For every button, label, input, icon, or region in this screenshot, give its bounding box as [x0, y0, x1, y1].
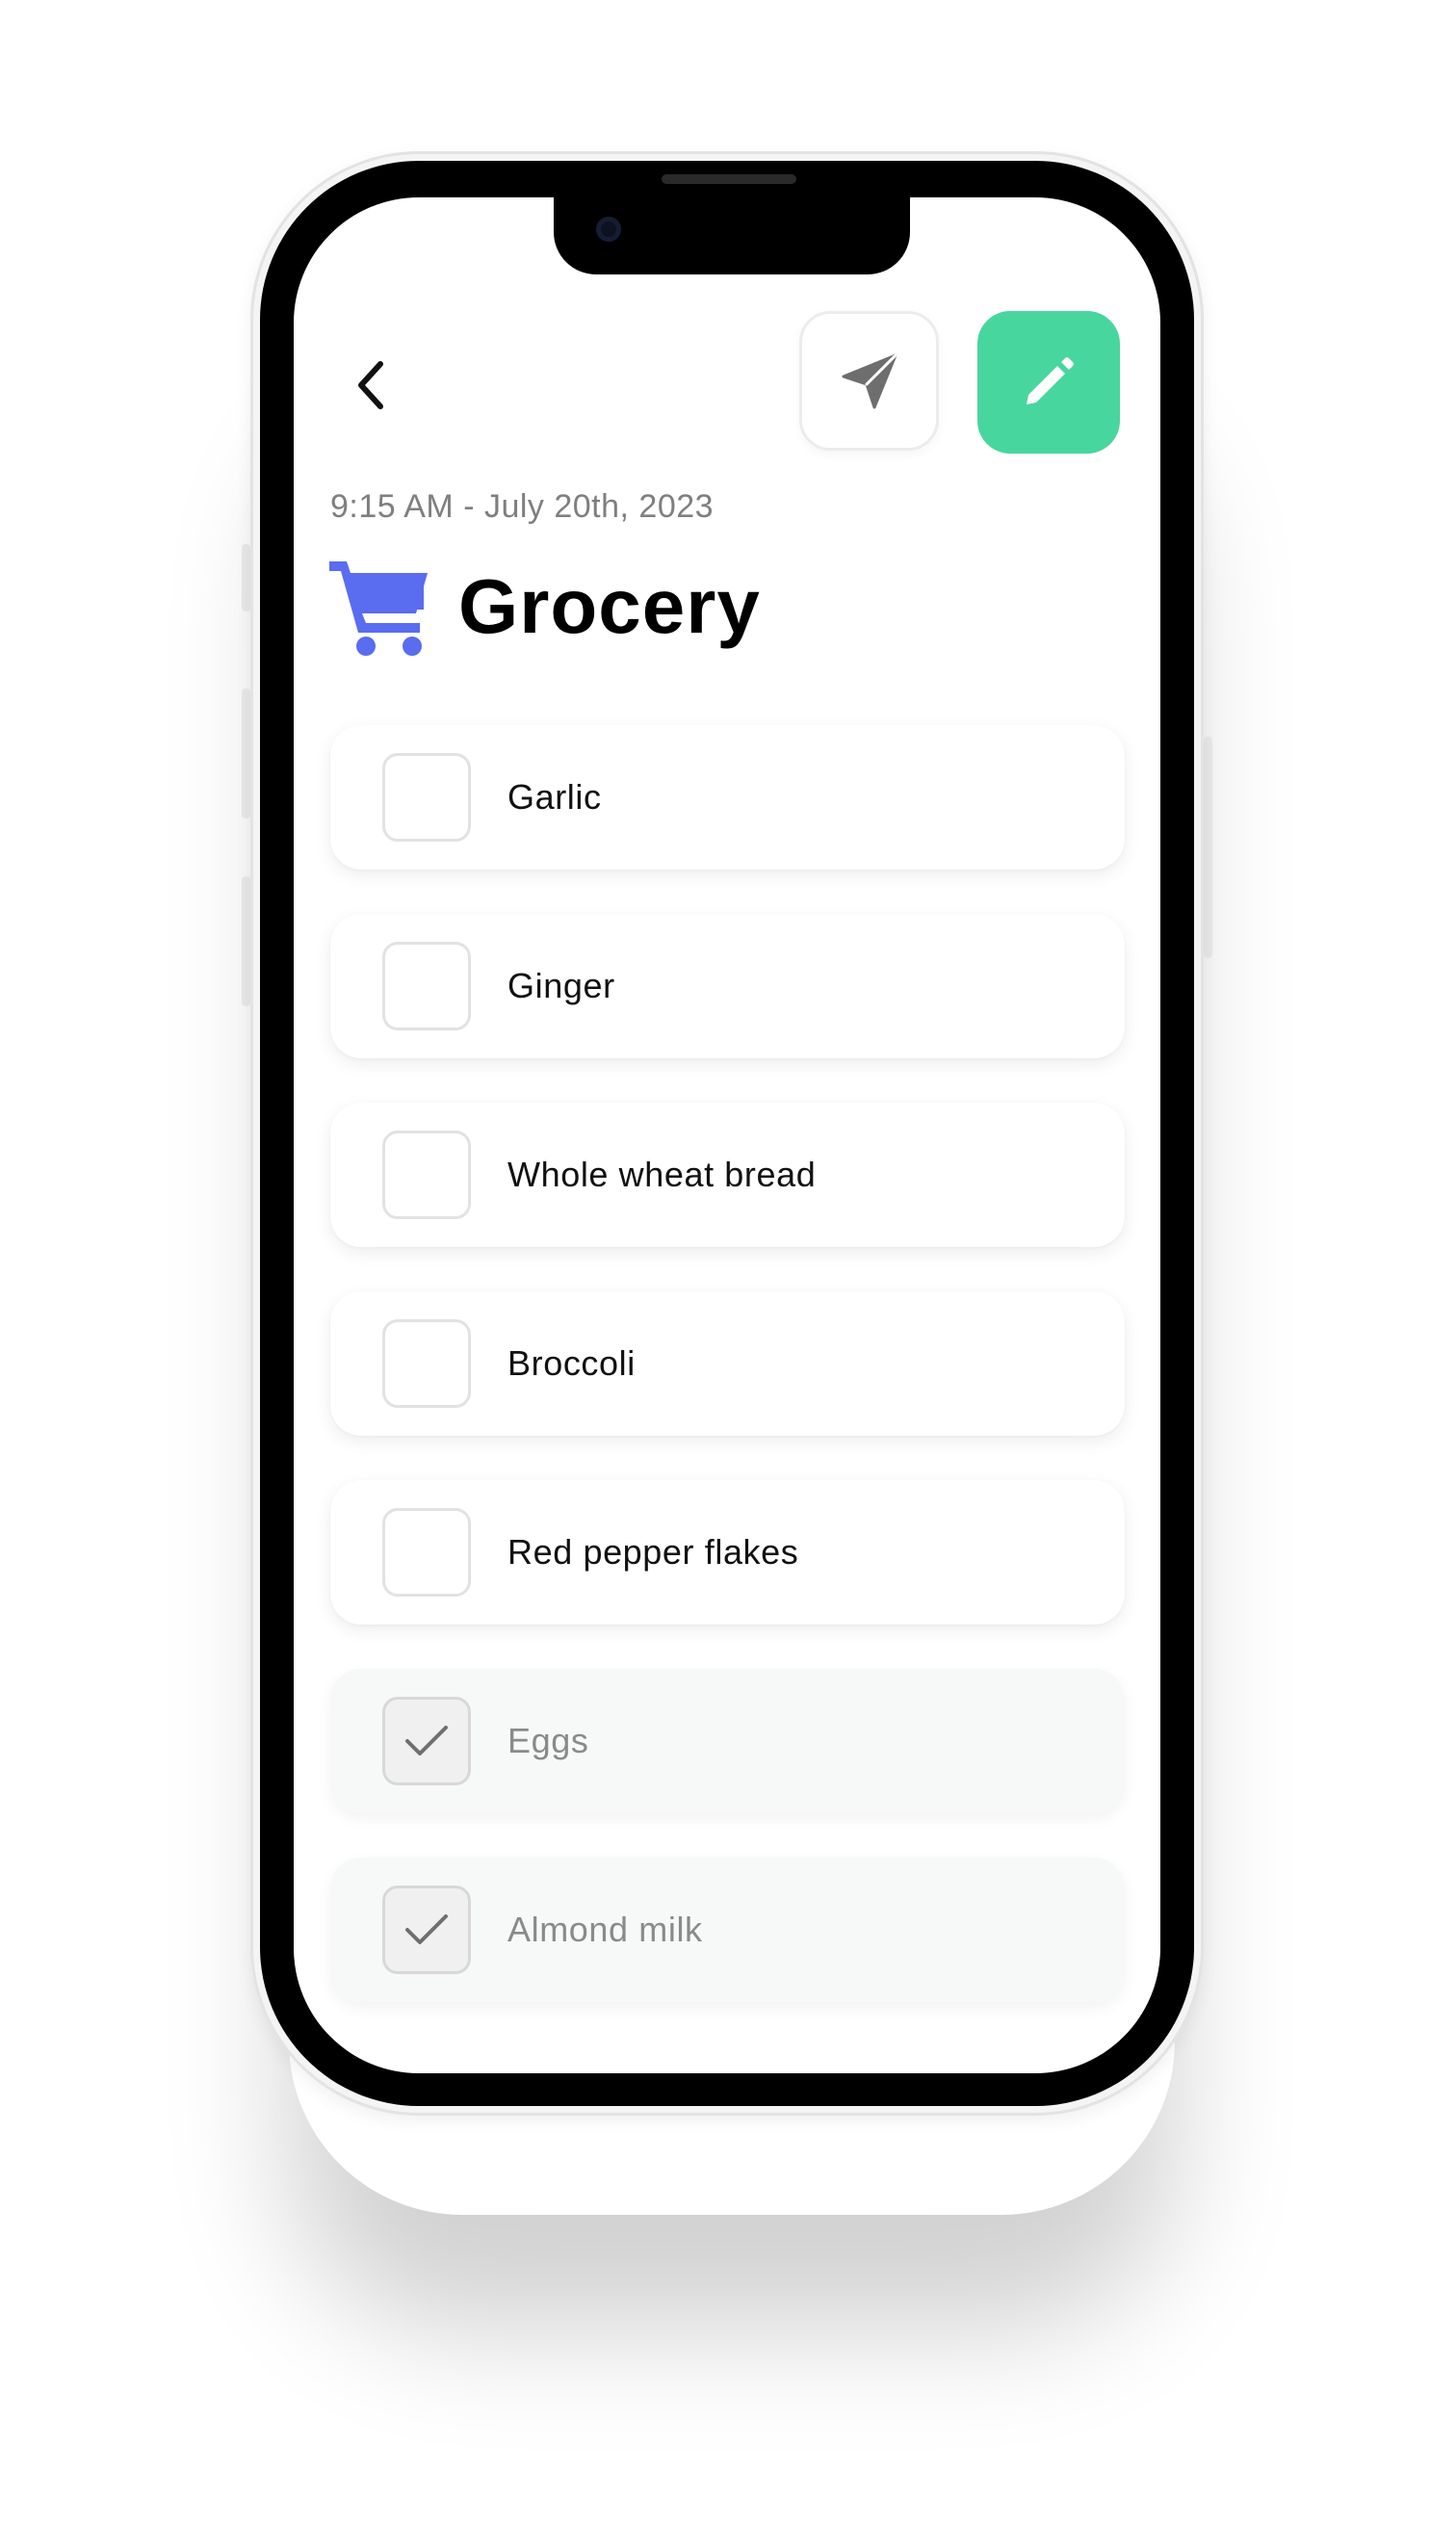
item-label: Red pepper flakes [507, 1532, 799, 1572]
page-title: Grocery [458, 563, 761, 649]
volume-down-button [242, 876, 250, 1006]
checklist-item[interactable]: Whole wheat bread [330, 1103, 1125, 1247]
checklist-item[interactable]: Ginger [330, 914, 1125, 1058]
checklist-item-checked[interactable]: Almond milk [330, 1858, 1125, 2002]
item-label: Eggs [507, 1721, 589, 1760]
item-label: Ginger [507, 966, 615, 1005]
power-button [1204, 737, 1212, 958]
pencil-icon [1027, 357, 1074, 404]
item-label: Almond milk [507, 1910, 703, 1949]
checkbox[interactable] [382, 753, 471, 842]
checklist-item[interactable]: Garlic [330, 725, 1125, 870]
shopping-cart-icon [329, 561, 428, 656]
volume-up-button [242, 689, 250, 819]
share-button[interactable] [799, 311, 939, 451]
checkbox-checked[interactable] [382, 1697, 471, 1785]
stage: 9:15 AM - July 20th, 2023 Grocery Garlic… [0, 0, 1456, 2523]
back-button[interactable] [342, 351, 400, 419]
checklist-item[interactable]: Red pepper flakes [330, 1480, 1125, 1625]
checkbox[interactable] [382, 1508, 471, 1597]
checkbox[interactable] [382, 1319, 471, 1408]
edit-button[interactable] [977, 311, 1120, 454]
camera-icon [596, 217, 621, 242]
mute-switch [242, 544, 250, 611]
checklist-item-checked[interactable]: Eggs [330, 1669, 1125, 1813]
checklist: Garlic Ginger Whole wheat bread Broccoli… [330, 725, 1125, 2046]
send-icon [842, 353, 897, 408]
speaker-grille [662, 174, 796, 184]
item-label: Whole wheat bread [507, 1155, 817, 1194]
chevron-left-icon [358, 361, 383, 409]
checkmark-icon [405, 1726, 448, 1756]
checkbox-checked[interactable] [382, 1886, 471, 1974]
item-label: Broccoli [507, 1343, 636, 1383]
phone-screen: 9:15 AM - July 20th, 2023 Grocery Garlic… [294, 197, 1160, 2073]
list-timestamp: 9:15 AM - July 20th, 2023 [330, 488, 715, 525]
notch [554, 197, 910, 274]
checkbox[interactable] [382, 1131, 471, 1219]
checkbox[interactable] [382, 942, 471, 1030]
list-title-row: Grocery [327, 554, 761, 660]
item-label: Garlic [507, 777, 602, 817]
checklist-item[interactable]: Broccoli [330, 1291, 1125, 1436]
checkmark-icon [405, 1914, 448, 1944]
